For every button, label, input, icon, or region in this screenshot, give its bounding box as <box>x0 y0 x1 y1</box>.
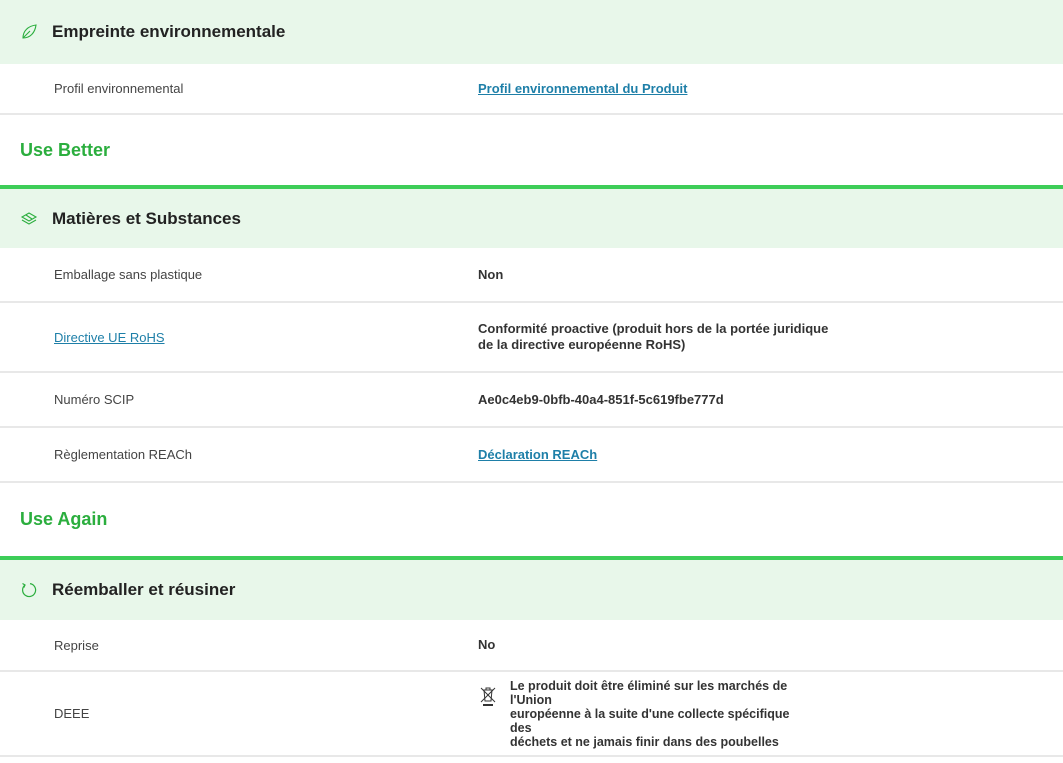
row-label: DEEE <box>54 706 90 721</box>
value-line: de la directive européenne RoHS) <box>478 337 686 352</box>
value-line: Conformité proactive (produit hors de la… <box>478 321 829 336</box>
section-title: Réemballer et réusiner <box>52 580 236 599</box>
section-header-repackage: Réemballer et réusiner <box>0 556 1063 620</box>
environmental-profile-link[interactable]: Profil environnemental du Produit <box>478 81 687 96</box>
row-value: Conformité proactive (produit hors de la… <box>478 321 1063 353</box>
group-title-use-again: Use Again <box>20 509 108 529</box>
value-line: européenne à la suite d'une collecte spé… <box>510 706 790 735</box>
value-line: Le produit doit être éliminé sur les mar… <box>510 678 788 707</box>
rohs-directive-link[interactable]: Directive UE RoHS <box>54 330 165 345</box>
row-label: Emballage sans plastique <box>54 267 203 282</box>
layers-icon <box>20 210 38 228</box>
table-row: Numéro SCIP Ae0c4eb9-0bfb-40a4-851f-5c61… <box>0 373 1063 428</box>
section-header-footprint: Empreinte environnementale <box>0 0 1063 64</box>
row-value: Le produit doit être éliminé sur les mar… <box>478 679 1063 749</box>
table-row: Emballage sans plastique Non <box>0 248 1063 303</box>
row-value: Ae0c4eb9-0bfb-40a4-851f-5c619fbe777d <box>478 391 724 407</box>
table-row: Règlementation REACh Déclaration REACh <box>0 428 1063 483</box>
row-label: Numéro SCIP <box>54 392 135 407</box>
section-header-materials: Matières et Substances <box>0 185 1063 248</box>
refresh-icon <box>20 581 38 599</box>
crossed-bin-icon <box>478 685 498 707</box>
row-label: Profil environnemental <box>54 81 184 96</box>
reach-declaration-link[interactable]: Déclaration REACh <box>478 447 597 462</box>
leaf-icon <box>20 23 38 41</box>
section-title: Empreinte environnementale <box>52 22 286 41</box>
row-label: Reprise <box>54 637 99 653</box>
weee-text: Le produit doit être éliminé sur les mar… <box>510 679 810 749</box>
table-row: Directive UE RoHS Conformité proactive (… <box>0 303 1063 373</box>
group-title-use-better: Use Better <box>20 139 111 160</box>
table-row: Reprise No <box>0 620 1063 672</box>
row-value: Non <box>478 266 504 282</box>
row-value: No <box>478 637 496 652</box>
table-row: Profil environnemental Profil environnem… <box>0 64 1063 115</box>
section-title: Matières et Substances <box>52 208 241 228</box>
value-line: déchets et ne jamais finir dans des poub… <box>510 734 779 749</box>
row-label: Règlementation REACh <box>54 447 193 462</box>
table-row: DEEE Le produit doit être éliminé sur le… <box>0 672 1063 757</box>
